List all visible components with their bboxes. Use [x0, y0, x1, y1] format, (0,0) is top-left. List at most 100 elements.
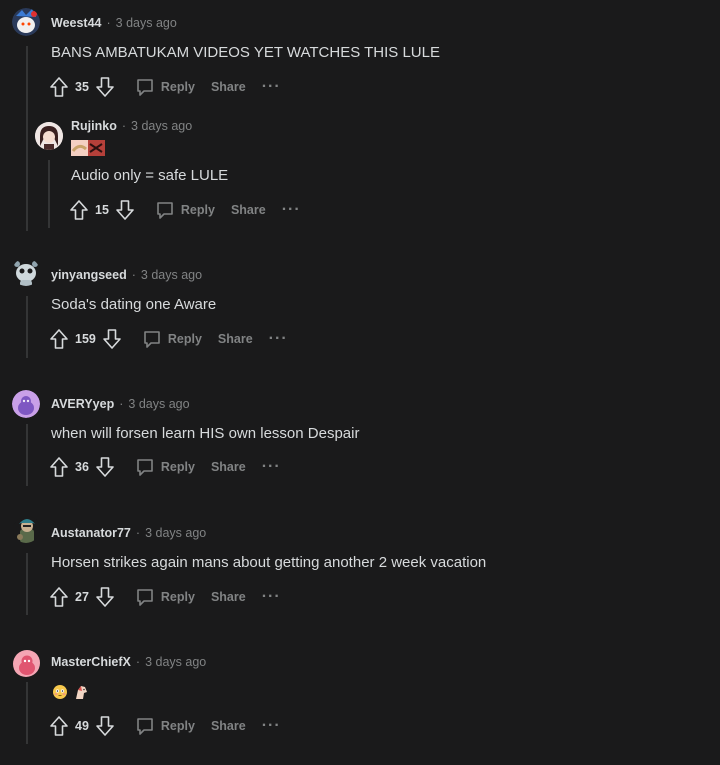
comment-actions: 27 Reply Share ···: [49, 585, 281, 609]
timestamp[interactable]: 3 days ago: [145, 655, 206, 669]
share-button[interactable]: Share: [211, 460, 246, 474]
upvote-icon[interactable]: [49, 715, 69, 737]
comment-meta: Austanator77 · 3 days ago: [51, 526, 206, 540]
more-options-icon[interactable]: ···: [262, 459, 281, 475]
avatar[interactable]: [12, 258, 40, 286]
comment-bubble-icon: [135, 457, 155, 477]
timestamp[interactable]: 3 days ago: [145, 526, 206, 540]
user-avatar-icon: [13, 516, 40, 543]
flushed-face-emoji-icon: [53, 685, 67, 699]
comment-body: when will forsen learn HIS own lesson De…: [51, 425, 360, 442]
author-name[interactable]: Austanator77: [51, 526, 131, 540]
flair-emote-icon: [71, 140, 105, 156]
comment-bubble-icon: [135, 716, 155, 736]
share-button[interactable]: Share: [211, 80, 246, 94]
reply-label: Reply: [167, 332, 202, 346]
avatar[interactable]: [12, 649, 40, 677]
author-name[interactable]: yinyangseed: [51, 268, 127, 282]
comment-body: BANS AMBATUKAM VIDEOS YET WATCHES THIS L…: [51, 44, 440, 61]
timestamp[interactable]: 3 days ago: [128, 397, 189, 411]
comment-bubble-icon: [135, 587, 155, 607]
upvote-icon[interactable]: [49, 76, 69, 98]
downvote-icon[interactable]: [95, 715, 115, 737]
vote-count: 49: [75, 719, 89, 733]
comment-bubble-icon: [135, 77, 155, 97]
reply-label: Reply: [160, 719, 195, 733]
thread-line-weest44[interactable]: [26, 46, 28, 231]
timestamp[interactable]: 3 days ago: [116, 16, 177, 30]
separator-dot: ·: [119, 397, 124, 411]
comment-actions: 35 Reply Share ···: [49, 75, 281, 99]
thread-line-averyyep[interactable]: [26, 424, 28, 486]
comment-meta: MasterChiefX · 3 days ago: [51, 655, 206, 669]
comment-meta: Weest44 · 3 days ago: [51, 16, 177, 30]
downvote-icon[interactable]: [95, 456, 115, 478]
timestamp[interactable]: 3 days ago: [131, 119, 192, 133]
more-options-icon[interactable]: ···: [262, 79, 281, 95]
avatar[interactable]: [12, 8, 40, 36]
user-flair-emote: [71, 140, 105, 156]
user-avatar-icon: [12, 390, 40, 418]
share-button[interactable]: Share: [211, 719, 246, 733]
comment-actions: 15 Reply Share ···: [69, 198, 301, 222]
separator-dot: ·: [121, 119, 127, 133]
author-name[interactable]: Weest44: [51, 16, 102, 30]
reply-button[interactable]: Reply: [135, 716, 195, 736]
vote-count: 15: [95, 203, 109, 217]
author-name[interactable]: AVERYyep: [51, 397, 114, 411]
comment-body: Soda's dating one Aware: [51, 296, 217, 313]
thread-line-masterchiefx[interactable]: [26, 682, 28, 744]
reply-label: Reply: [160, 590, 195, 604]
author-name[interactable]: Rujinko: [71, 119, 117, 133]
comment-meta: yinyangseed · 3 days ago: [51, 268, 202, 282]
share-button[interactable]: Share: [218, 332, 253, 346]
reply-button[interactable]: Reply: [135, 457, 195, 477]
reply-label: Reply: [180, 203, 215, 217]
reply-button[interactable]: Reply: [135, 77, 195, 97]
downvote-icon[interactable]: [115, 199, 135, 221]
comment-bubble-icon: [142, 329, 162, 349]
user-avatar-icon: [35, 122, 63, 150]
thread-line-rujinko[interactable]: [48, 160, 50, 228]
comment-meta: Rujinko · 3 days ago: [71, 119, 192, 133]
horse-emote-icon: [76, 686, 87, 699]
share-button[interactable]: Share: [211, 590, 246, 604]
author-name[interactable]: MasterChiefX: [51, 655, 131, 669]
reply-button[interactable]: Reply: [135, 587, 195, 607]
user-avatar-icon: [12, 258, 40, 286]
separator-dot: ·: [135, 526, 141, 540]
avatar[interactable]: [12, 390, 40, 418]
separator-dot: ·: [106, 16, 111, 30]
more-options-icon[interactable]: ···: [282, 202, 301, 218]
comment-meta: AVERYyep · 3 days ago: [51, 397, 190, 411]
downvote-icon[interactable]: [102, 328, 122, 350]
thread-line-austanator77[interactable]: [26, 553, 28, 615]
comment-actions: 49 Reply Share ···: [49, 714, 281, 738]
downvote-icon[interactable]: [95, 76, 115, 98]
more-options-icon[interactable]: ···: [262, 589, 281, 605]
avatar[interactable]: [12, 515, 40, 543]
thread-line-yinyangseed[interactable]: [26, 296, 28, 358]
vote-count: 35: [75, 80, 89, 94]
user-avatar-icon: [12, 8, 40, 36]
reply-button[interactable]: Reply: [155, 200, 215, 220]
avatar[interactable]: [35, 122, 63, 150]
comment-actions: 159 Reply Share ···: [49, 327, 288, 351]
timestamp[interactable]: 3 days ago: [141, 268, 202, 282]
more-options-icon[interactable]: ···: [262, 718, 281, 734]
upvote-icon[interactable]: [69, 199, 89, 221]
more-options-icon[interactable]: ···: [269, 331, 288, 347]
comment-bubble-icon: [155, 200, 175, 220]
reply-label: Reply: [160, 80, 195, 94]
upvote-icon[interactable]: [49, 456, 69, 478]
share-button[interactable]: Share: [231, 203, 266, 217]
reply-label: Reply: [160, 460, 195, 474]
separator-dot: ·: [135, 655, 141, 669]
comment-body-emotes: [52, 683, 90, 701]
downvote-icon[interactable]: [95, 586, 115, 608]
vote-count: 159: [75, 332, 96, 346]
upvote-icon[interactable]: [49, 586, 69, 608]
upvote-icon[interactable]: [49, 328, 69, 350]
reply-button[interactable]: Reply: [142, 329, 202, 349]
vote-count: 36: [75, 460, 89, 474]
